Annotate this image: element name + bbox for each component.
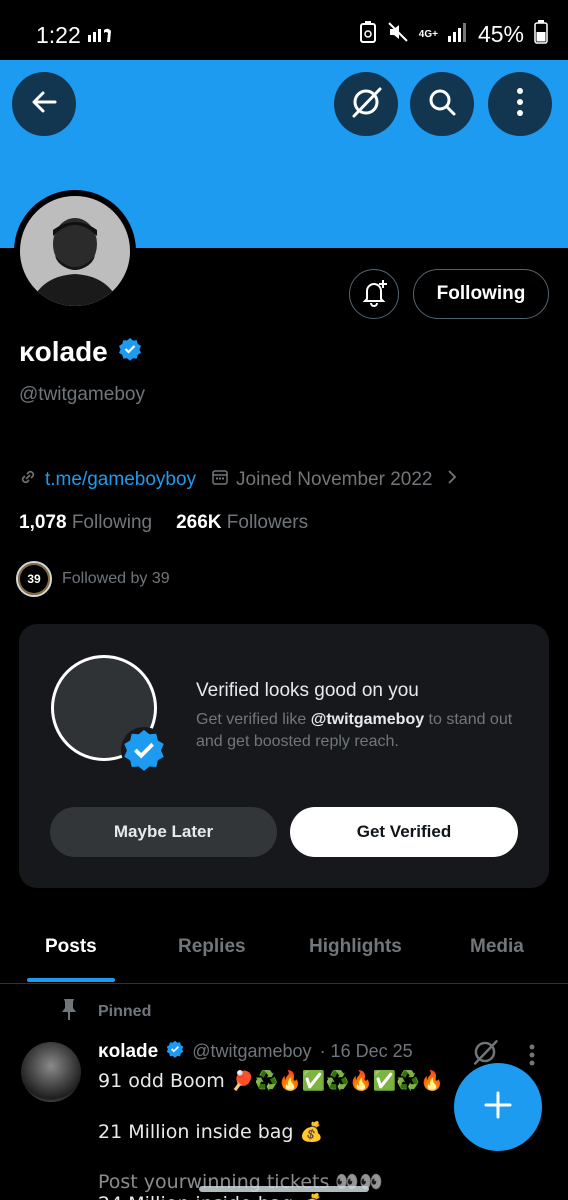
maybe-later-button[interactable]: Maybe Later	[50, 807, 277, 857]
post-header: κolade @twitgameboy · 16 Dec 25	[98, 1040, 413, 1063]
calendar-icon	[212, 469, 228, 491]
verified-card-description: Get verified like @twitgameboy to stand …	[196, 709, 516, 753]
compose-post-button[interactable]	[454, 1063, 542, 1151]
post-text-line: 24 Million inside bag 💰	[98, 1192, 323, 1200]
profile-avatar[interactable]	[14, 190, 136, 312]
link-icon	[19, 468, 37, 492]
followed-by-row[interactable]: 39 Followed by 39	[16, 561, 170, 597]
profile-tabs: Posts Replies Highlights Media	[0, 920, 568, 984]
avatar-photo	[20, 196, 130, 306]
signal-icon	[447, 22, 468, 47]
followers-count: 266K	[176, 512, 222, 533]
joined-date: Joined November 2022	[236, 469, 433, 490]
more-button[interactable]	[488, 72, 552, 136]
verified-badge-icon[interactable]	[118, 336, 142, 368]
network-type: 4G+	[418, 29, 438, 40]
verified-card-title: Verified looks good on you	[196, 680, 419, 701]
arrow-left-icon	[29, 87, 59, 122]
back-button[interactable]	[12, 72, 76, 136]
followed-by-count-badge: 39	[16, 561, 52, 597]
follow-stats: 1,078 Following 266K Followers	[19, 512, 308, 534]
notifications-bell-button[interactable]	[349, 269, 399, 319]
pinned-label: Pinned	[98, 1002, 152, 1020]
plus-icon	[483, 1090, 513, 1125]
tab-highlights[interactable]: Highlights	[309, 936, 402, 958]
verified-badge-icon	[166, 1040, 184, 1063]
followed-by-text: Followed by 39	[62, 570, 170, 587]
active-tab-indicator	[27, 978, 115, 982]
grok-button[interactable]	[334, 72, 398, 136]
pin-icon	[60, 998, 78, 1025]
battery-percent: 45%	[477, 21, 524, 47]
search-icon	[426, 86, 458, 123]
post-more-icon[interactable]	[528, 1044, 536, 1071]
profile-link[interactable]: t.me/gameboyboy	[45, 469, 196, 491]
post-date: · 16 Dec 25	[319, 1041, 413, 1061]
following-button[interactable]: Following	[413, 269, 549, 319]
more-vertical-icon	[516, 87, 524, 122]
tab-replies[interactable]: Replies	[178, 936, 246, 958]
grok-icon	[349, 85, 383, 124]
followers-stat[interactable]: 266K Followers	[176, 512, 308, 534]
pinned-indicator: Pinned	[60, 998, 151, 1025]
followers-label: Followers	[226, 512, 309, 533]
battery-saver-icon	[359, 21, 377, 48]
home-gesture-bar[interactable]	[199, 1186, 369, 1192]
chevron-right-icon[interactable]	[447, 469, 457, 491]
search-button[interactable]	[410, 72, 474, 136]
verified-upsell-card: Verified looks good on you Get verified …	[19, 624, 549, 888]
desc-handle: @twitgameboy	[310, 711, 425, 728]
post-author-name[interactable]: κolade	[98, 1041, 158, 1063]
tab-media[interactable]: Media	[470, 936, 524, 958]
post-text-line: 21 Million inside bag 💰	[98, 1121, 324, 1143]
profile-meta-row: t.me/gameboyboy Joined November 2022	[19, 468, 457, 492]
post-author-handle: @twitgameboy	[192, 1041, 312, 1061]
battery-icon	[534, 20, 548, 49]
data-activity-icon	[88, 26, 112, 47]
display-name: κolade	[19, 336, 108, 367]
status-bar: 1:22 4G+ 45%	[0, 0, 568, 60]
tab-posts[interactable]: Posts	[45, 936, 97, 958]
following-stat[interactable]: 1,078 Following	[19, 512, 152, 534]
verified-badge-icon	[121, 727, 167, 778]
display-name-row: κolade	[19, 336, 142, 368]
following-label: Following	[71, 512, 153, 533]
mute-icon	[387, 21, 409, 48]
status-time: 1:22	[36, 22, 81, 48]
get-verified-button[interactable]: Get Verified	[290, 807, 518, 857]
profile-handle: @twitgameboy	[19, 384, 145, 405]
post-avatar[interactable]	[21, 1042, 81, 1102]
bell-plus-icon	[359, 277, 389, 312]
desc-prefix: Get verified like	[196, 711, 311, 728]
following-count: 1,078	[19, 512, 67, 533]
post-text-line: 91 odd Boom 🏓♻️🔥✅♻️🔥✅♻️🔥	[98, 1070, 444, 1092]
